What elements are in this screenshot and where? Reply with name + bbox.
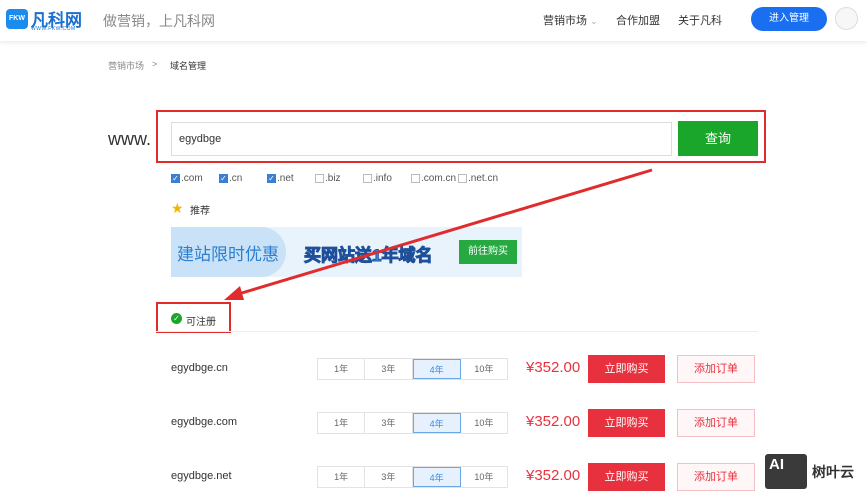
- year-option[interactable]: 3年: [365, 467, 413, 487]
- buy-now-button[interactable]: 立即购买: [588, 409, 665, 437]
- year-option[interactable]: 4年: [412, 359, 461, 379]
- domain-name: egydbge.net: [171, 470, 232, 482]
- year-selector: 1年 3年 4年 10年: [317, 412, 508, 434]
- domain-name: egydbge.cn: [171, 362, 228, 374]
- year-option[interactable]: 4年: [412, 413, 461, 433]
- year-selector: 1年 3年 4年 10年: [317, 466, 508, 488]
- add-order-button[interactable]: 添加订单: [677, 463, 755, 491]
- buy-now-button[interactable]: 立即购买: [588, 463, 665, 491]
- year-option[interactable]: 3年: [365, 359, 413, 379]
- buy-now-button[interactable]: 立即购买: [588, 355, 665, 383]
- price: ¥352.00: [526, 413, 581, 430]
- check-circle-icon: ✓: [171, 313, 182, 324]
- add-order-button[interactable]: 添加订单: [677, 355, 755, 383]
- year-option[interactable]: 1年: [318, 413, 366, 433]
- add-order-button[interactable]: 添加订单: [677, 409, 755, 437]
- year-option[interactable]: 10年: [461, 467, 507, 487]
- status-available: 可注册: [186, 317, 216, 328]
- year-option[interactable]: 10年: [461, 413, 507, 433]
- year-option[interactable]: 4年: [412, 467, 461, 487]
- year-selector: 1年 3年 4年 10年: [317, 358, 508, 380]
- divider: [156, 331, 758, 332]
- year-option[interactable]: 1年: [318, 467, 366, 487]
- domain-name: egydbge.com: [171, 416, 238, 428]
- watermark-text: 树叶云: [812, 464, 854, 480]
- year-option[interactable]: 3年: [365, 413, 413, 433]
- year-option[interactable]: 10年: [461, 359, 507, 379]
- price: ¥352.00: [526, 359, 581, 376]
- price: ¥352.00: [526, 467, 581, 484]
- watermark-logo: AI: [765, 454, 807, 489]
- year-option[interactable]: 1年: [318, 359, 366, 379]
